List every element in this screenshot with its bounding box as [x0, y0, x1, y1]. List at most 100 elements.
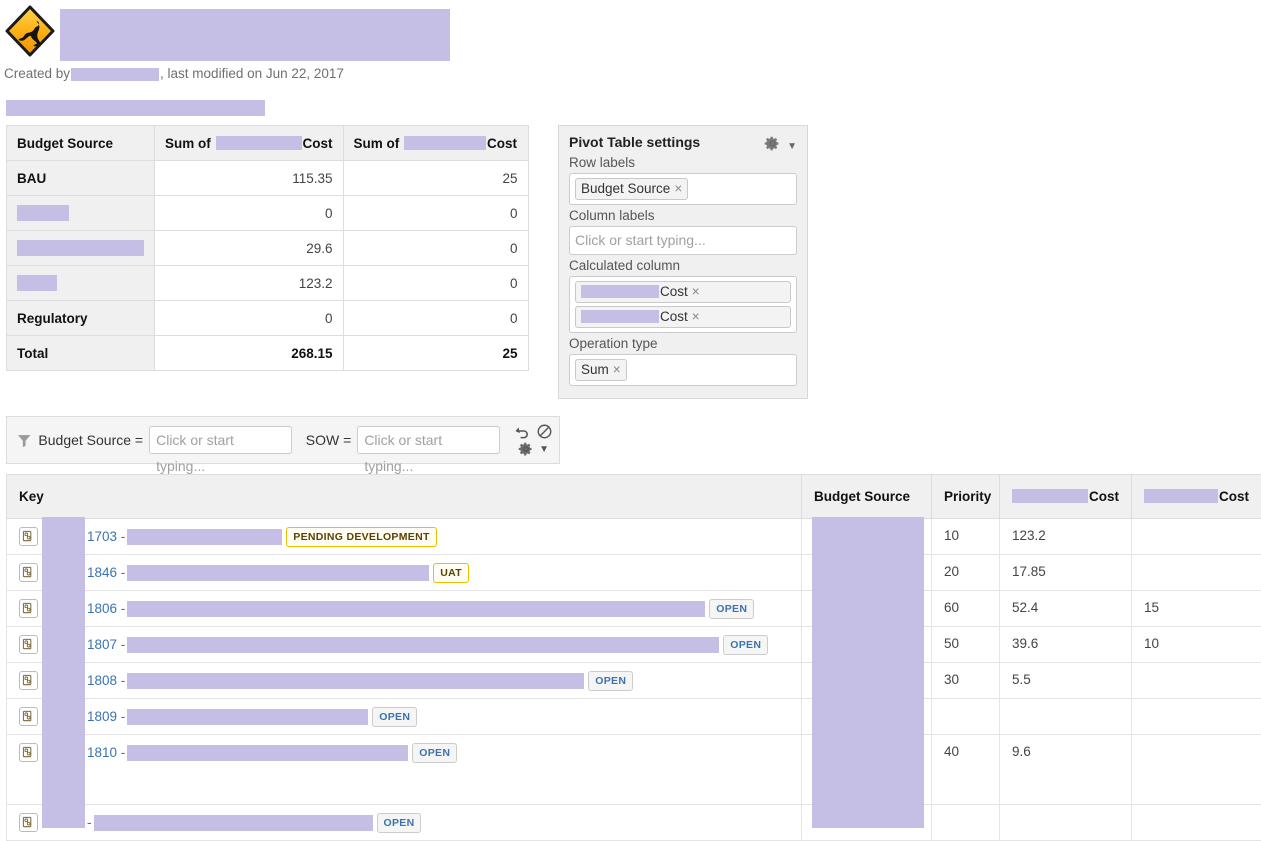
- col-cost-2[interactable]: Cost: [1132, 475, 1261, 519]
- chip-cost-2[interactable]: Cost×: [575, 306, 791, 328]
- issue-cost-1: 123.2: [1000, 519, 1132, 555]
- chip-label: Sum: [581, 362, 609, 377]
- issue-priority: [932, 805, 1000, 841]
- issue-summary-redacted: [94, 815, 373, 831]
- table-row[interactable]: 1808 -OPEN305.5: [7, 663, 1261, 699]
- issue-table-header-row: Key Budget Source Priority Cost Cost: [7, 475, 1261, 519]
- calculated-column-label: Calculated column: [569, 258, 797, 273]
- calculated-column-field[interactable]: Cost× Cost×: [569, 276, 797, 333]
- issue-cost-2: [1132, 805, 1261, 841]
- pivot-total-label: Total: [7, 336, 155, 371]
- close-icon[interactable]: ×: [674, 181, 682, 196]
- issue-summary-redacted: [127, 673, 584, 689]
- chip-cost-1[interactable]: Cost×: [575, 281, 791, 303]
- filter-bar: Budget Source = Click or start typing...…: [6, 416, 560, 464]
- filter-actions: ▼: [514, 423, 553, 457]
- pivot-row-label: [7, 196, 155, 231]
- linked-issue-icon[interactable]: [19, 563, 38, 582]
- close-icon[interactable]: ×: [692, 284, 700, 299]
- column-labels-field[interactable]: Click or start typing...: [569, 226, 797, 255]
- issue-key-cell: -OPEN: [7, 805, 802, 841]
- table-row[interactable]: -OPEN: [7, 805, 1261, 841]
- gear-dropdown-icon[interactable]: ▼: [764, 135, 797, 154]
- operation-type-field[interactable]: Sum ×: [569, 354, 797, 386]
- linked-issue-icon[interactable]: [19, 671, 38, 690]
- issue-summary-redacted: [127, 601, 705, 617]
- status-badge: PENDING DEVELOPMENT: [286, 527, 436, 547]
- placeholder: Click or start typing...: [156, 432, 234, 474]
- pivot-row-label: [7, 266, 155, 301]
- linked-issue-icon[interactable]: [19, 813, 38, 832]
- no-entry-clear-icon[interactable]: [536, 423, 553, 440]
- issue-priority: 10: [932, 519, 1000, 555]
- filter-input-sow[interactable]: Click or start typing...: [357, 426, 500, 454]
- issue-key-link[interactable]: 1846 -: [87, 565, 125, 580]
- filter-label-sow: SOW =: [306, 432, 352, 448]
- filter-funnel-icon: [17, 433, 31, 448]
- section-heading-redacted: [6, 100, 265, 116]
- linked-issue-icon[interactable]: [19, 635, 38, 654]
- issue-priority: 50: [932, 627, 1000, 663]
- chevron-down-icon[interactable]: ▼: [539, 444, 549, 455]
- issue-key-link[interactable]: 1808 -: [87, 673, 125, 688]
- pivot-total-cost2: 25: [343, 336, 528, 371]
- table-row[interactable]: 1809 -OPEN: [7, 699, 1261, 735]
- issue-budget-source: [802, 699, 932, 735]
- filter-input-budget-source[interactable]: Click or start typing...: [149, 426, 292, 454]
- linked-issue-icon[interactable]: [19, 707, 38, 726]
- field-name-redacted-1: [216, 136, 302, 150]
- pivot-table-settings-panel: Pivot Table settings ▼ Row labels Budget…: [558, 125, 808, 399]
- issue-key-link[interactable]: 1810 -: [87, 745, 125, 760]
- issue-key-link[interactable]: 1703 -: [87, 529, 125, 544]
- status-badge: UAT: [433, 563, 469, 583]
- row-labels-field[interactable]: Budget Source×: [569, 173, 797, 205]
- table-row[interactable]: 1806 -OPEN6052.415: [7, 591, 1261, 627]
- byline-suffix: , last modified on Jun 22, 2017: [160, 66, 344, 81]
- page-title-redacted: [60, 9, 450, 61]
- pivot-col-sum-cost-2: Sum of Cost: [343, 126, 528, 161]
- close-icon[interactable]: ×: [692, 309, 700, 324]
- issue-summary-redacted: [127, 529, 282, 545]
- issue-priority: 60: [932, 591, 1000, 627]
- col-budget-source[interactable]: Budget Source: [802, 475, 932, 519]
- sum-of-prefix-1: Sum of: [165, 136, 211, 151]
- issue-cost-1: 17.85: [1000, 555, 1132, 591]
- table-row[interactable]: 1846 -UAT2017.85: [7, 555, 1261, 591]
- linked-issue-icon[interactable]: [19, 743, 38, 762]
- gear-dropdown-icon[interactable]: [518, 441, 534, 457]
- page-header: Created by, last modified on Jun 22, 201…: [0, 0, 1261, 90]
- issue-summary-redacted: [127, 745, 408, 761]
- table-row[interactable]: 1703 - PENDING DEVELOPMENT 10123.2: [7, 519, 1261, 555]
- col-cost-1[interactable]: Cost: [1000, 475, 1132, 519]
- issue-key-link[interactable]: 1807 -: [87, 637, 125, 652]
- linked-issue-icon[interactable]: [19, 527, 38, 546]
- undo-icon[interactable]: [514, 423, 531, 440]
- issue-budget-source: [802, 735, 932, 805]
- table-row[interactable]: 1807 -OPEN5039.610: [7, 627, 1261, 663]
- issue-key-link[interactable]: 1809 -: [87, 709, 125, 724]
- sum-of-prefix-2: Sum of: [354, 136, 400, 151]
- pivot-value-cost1: 123.2: [155, 266, 344, 301]
- status-badge: OPEN: [709, 599, 754, 619]
- issue-summary-redacted: [127, 709, 368, 725]
- pivot-value-cost2: 0: [343, 231, 528, 266]
- row-label-redacted: [17, 240, 144, 256]
- linked-issue-icon[interactable]: [19, 599, 38, 618]
- chip-sum[interactable]: Sum ×: [575, 359, 627, 381]
- close-icon[interactable]: ×: [613, 362, 621, 377]
- issue-cost-1: 9.6: [1000, 735, 1132, 805]
- pivot-value-cost2: 25: [343, 161, 528, 196]
- kangaroo-road-sign-icon: [3, 3, 57, 59]
- status-badge: OPEN: [588, 671, 633, 691]
- issue-key-link[interactable]: 1806 -: [87, 601, 125, 616]
- pivot-body: BAU115.35250029.60123.20Regulatory00Tota…: [7, 161, 529, 371]
- col-key[interactable]: Key: [7, 475, 802, 519]
- column-labels-label: Column labels: [569, 208, 797, 223]
- issue-budget-source: [802, 663, 932, 699]
- cost-field-redacted-2: [1144, 489, 1218, 503]
- pivot-settings-title: Pivot Table settings: [569, 134, 700, 150]
- col-priority[interactable]: Priority: [932, 475, 1000, 519]
- chip-budget-source[interactable]: Budget Source×: [575, 178, 688, 200]
- issue-key-cell: 1846 - UAT: [7, 555, 802, 591]
- table-row[interactable]: 1810 -OPEN409.6: [7, 735, 1261, 805]
